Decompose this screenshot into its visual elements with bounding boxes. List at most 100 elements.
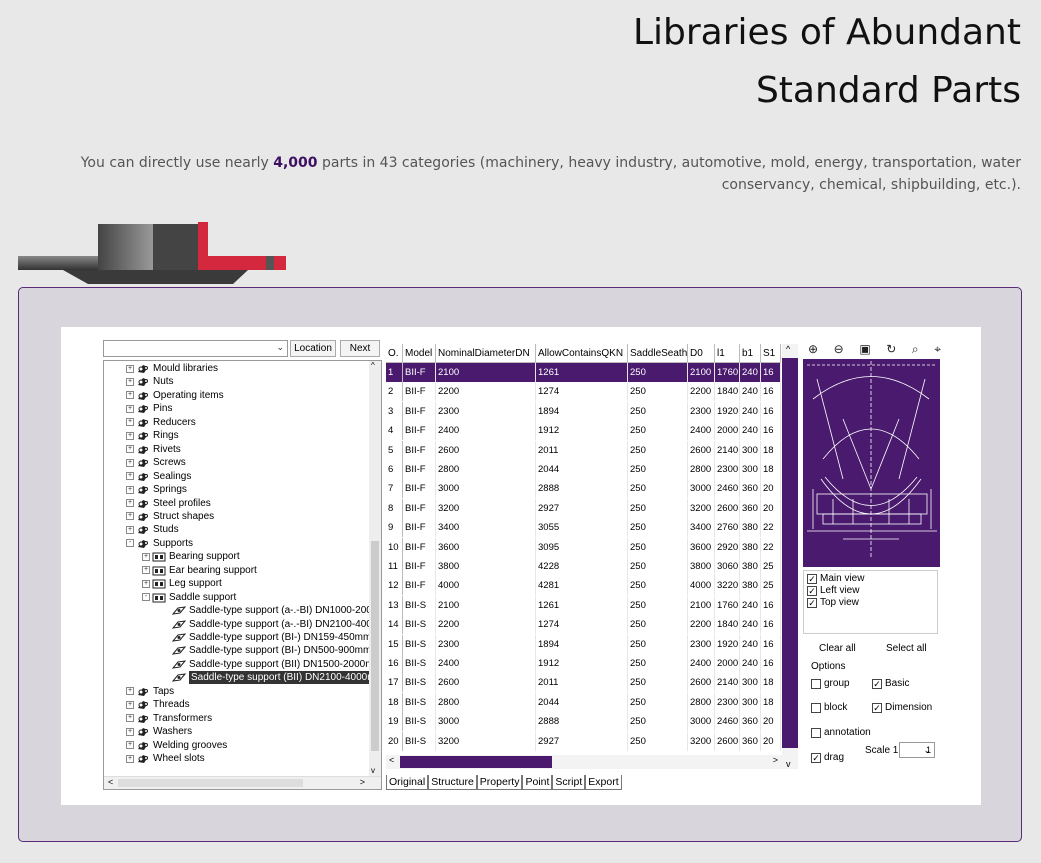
expand-icon[interactable]: + (126, 404, 134, 413)
expand-icon[interactable]: + (126, 714, 134, 723)
tree-item[interactable]: Saddle-type support (BII) DN2100-4000mm … (162, 671, 381, 685)
tree-item[interactable]: + Sealings (126, 470, 191, 483)
column-header[interactable]: b1 (740, 344, 761, 363)
column-header[interactable]: NominalDiameterDN (436, 344, 536, 363)
clear-all-button[interactable]: Clear all (819, 643, 856, 654)
scroll-down-icon[interactable]: v (371, 766, 375, 775)
checkbox-box[interactable]: ✓ (811, 752, 821, 763)
rotate-icon[interactable]: ↻ (886, 342, 896, 356)
checkbox-box[interactable] (811, 702, 821, 713)
scroll-right-icon[interactable]: > (360, 777, 365, 787)
scroll-left-icon[interactable]: < (108, 777, 113, 787)
table-vertical-scrollbar[interactable]: ^ v (782, 344, 798, 769)
tab-point[interactable]: Point (522, 775, 553, 790)
tree-item[interactable]: + Bearing support (142, 550, 240, 563)
checkbox-box[interactable]: ✓ (872, 678, 882, 689)
scroll-right-icon[interactable]: > (773, 755, 778, 765)
fit-window-icon[interactable]: ▣ (859, 342, 870, 356)
table-row[interactable]: 14 BII-S 2200 1274 250 2200 1840 240 16 (386, 615, 801, 635)
expand-icon[interactable]: + (126, 700, 134, 709)
scroll-thumb[interactable] (782, 358, 798, 748)
checkbox-box[interactable]: ✓ (807, 573, 817, 584)
collapse-icon[interactable]: - (126, 539, 134, 548)
collapse-icon[interactable]: - (142, 593, 150, 602)
tab-property[interactable]: Property (476, 775, 523, 790)
scroll-up-icon[interactable]: ^ (371, 361, 375, 370)
drag-checkbox[interactable]: ✓ drag (811, 752, 844, 763)
tree-item[interactable]: + Wheel slots (126, 752, 205, 765)
expand-icon[interactable]: + (126, 525, 134, 534)
checkbox-box[interactable]: ✓ (807, 597, 817, 608)
column-header[interactable]: O. (386, 344, 403, 363)
tree-item[interactable]: Saddle-type support (a-.-BI) DN2100-4000… (162, 618, 381, 631)
column-header[interactable]: SaddleSeath (628, 344, 688, 363)
checkbox-box[interactable] (811, 678, 821, 689)
expand-icon[interactable]: + (126, 377, 134, 386)
table-row[interactable]: 6 BII-F 2800 2044 250 2800 2300 300 18 (386, 460, 801, 479)
scroll-left-icon[interactable]: < (389, 755, 394, 765)
tree-item[interactable]: + Operating items (126, 389, 224, 402)
tree-item[interactable]: Saddle-type support (BI-) DN500-900mm JB… (162, 644, 381, 657)
table-row[interactable]: 1 BII-F 2100 1261 250 2100 1760 240 16 (386, 363, 801, 382)
table-row[interactable]: 13 BII-S 2100 1261 250 2100 1760 240 16 (386, 595, 801, 615)
table-row[interactable]: 20 BII-S 3200 2927 250 3200 2600 360 20 (386, 731, 801, 751)
expand-icon[interactable]: + (126, 499, 134, 507)
tree-item[interactable]: Saddle-type support (a-.-BI) DN1000-2000… (162, 604, 381, 617)
dimension-checkbox[interactable]: ✓ Dimension (872, 702, 932, 713)
tree-item[interactable]: + Studs (126, 523, 179, 536)
tree-item[interactable]: + Pins (126, 402, 172, 415)
column-header[interactable]: D0 (688, 344, 715, 363)
tab-original[interactable]: Original (386, 775, 429, 790)
tree-item[interactable]: - Supports (126, 537, 193, 550)
basic-checkbox[interactable]: ✓ Basic (872, 678, 909, 689)
tree-item[interactable]: + Rings (126, 429, 179, 442)
tree-item[interactable]: + Rivets (126, 443, 181, 456)
expand-icon[interactable]: + (126, 687, 134, 696)
tree-item[interactable]: + Transformers (126, 712, 212, 725)
scale-select[interactable]: 1 ⌄ (899, 742, 935, 758)
table-row[interactable]: 8 BII-F 3200 2927 250 3200 2600 360 20 (386, 498, 801, 518)
expand-icon[interactable]: + (126, 364, 134, 373)
expand-icon[interactable]: + (126, 485, 134, 494)
column-header[interactable]: l1 (715, 344, 740, 363)
part-preview[interactable] (803, 359, 940, 567)
tree-item[interactable]: + Washers (126, 725, 192, 738)
table-row[interactable]: 19 BII-S 3000 2888 250 3000 2460 360 20 (386, 712, 801, 732)
zoom-in-icon[interactable]: ⊕ (808, 342, 818, 356)
table-row[interactable]: 15 BII-S 2300 1894 250 2300 1920 240 16 (386, 634, 801, 654)
tree-item[interactable]: + Leg support (142, 577, 222, 590)
expand-icon[interactable]: + (126, 445, 134, 454)
view-checkbox[interactable]: ✓ Main view (807, 573, 864, 584)
tree-item[interactable]: + Mould libraries (126, 362, 218, 375)
expand-icon[interactable]: + (126, 431, 134, 440)
expand-icon[interactable]: + (142, 566, 150, 575)
location-button[interactable]: Location (290, 340, 336, 357)
expand-icon[interactable]: + (142, 552, 150, 561)
column-header[interactable]: Model (403, 344, 436, 363)
table-row[interactable]: 9 BII-F 3400 3055 250 3400 2760 380 22 (386, 518, 801, 538)
table-row[interactable]: 7 BII-F 3000 2888 250 3000 2460 360 20 (386, 479, 801, 499)
block-checkbox[interactable]: block (811, 702, 847, 713)
tree-item[interactable]: + Taps (126, 685, 174, 698)
tree-item[interactable]: + Steel profiles (126, 497, 211, 510)
column-header[interactable]: AllowContainsQKN (536, 344, 628, 363)
tree-vertical-scrollbar[interactable]: ^ v (369, 361, 381, 789)
tree-item[interactable]: + Nuts (126, 375, 174, 388)
h-scroll-thumb[interactable] (118, 779, 303, 787)
expand-icon[interactable]: + (126, 458, 134, 467)
checkbox-box[interactable] (811, 727, 821, 738)
view-checkbox[interactable]: ✓ Left view (807, 585, 859, 596)
expand-icon[interactable]: + (126, 512, 134, 521)
table-row[interactable]: 17 BII-S 2600 2011 250 2600 2140 300 18 (386, 673, 801, 693)
view-checkbox[interactable]: ✓ Top view (807, 597, 859, 608)
location-combobox[interactable]: ⌄ (103, 340, 288, 357)
tree-item[interactable]: - Saddle support (142, 591, 236, 604)
table-horizontal-scrollbar[interactable]: < > (386, 755, 782, 769)
checkbox-box[interactable]: ✓ (872, 702, 882, 713)
checkbox-box[interactable]: ✓ (807, 585, 817, 596)
expand-icon[interactable]: + (126, 741, 134, 750)
table-row[interactable]: 18 BII-S 2800 2044 250 2800 2300 300 18 (386, 692, 801, 712)
tree-item[interactable]: + Reducers (126, 416, 196, 429)
tree-item[interactable]: Saddle-type support (BI-) DN159-450mm JB… (162, 631, 381, 644)
tree-item[interactable]: + Screws (126, 456, 186, 469)
